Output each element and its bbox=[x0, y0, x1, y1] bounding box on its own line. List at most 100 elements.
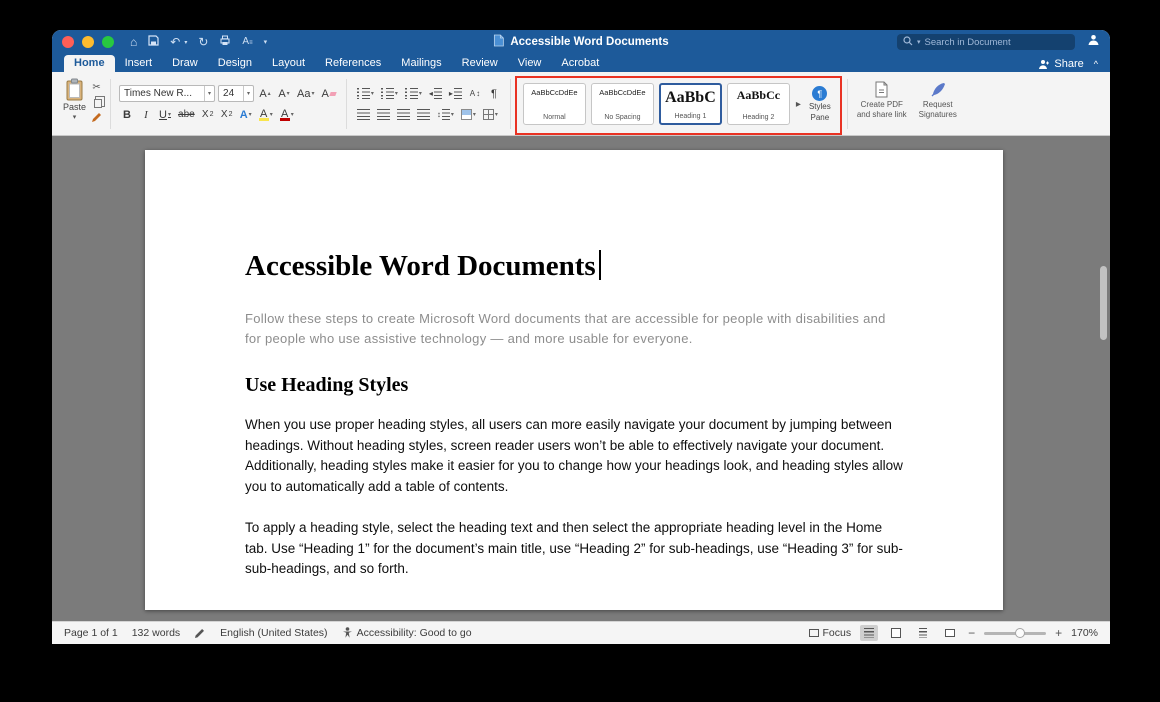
document-title: Accessible Word Documents bbox=[245, 250, 903, 283]
pdf-document-icon bbox=[873, 81, 890, 98]
tab-draw[interactable]: Draw bbox=[162, 55, 208, 72]
sort-button[interactable]: A↕ bbox=[467, 85, 483, 102]
highlight-button[interactable]: A▾ bbox=[257, 106, 275, 123]
chevron-down-icon[interactable]: ▾ bbox=[204, 86, 214, 101]
home-icon[interactable]: ⌂ bbox=[130, 36, 137, 48]
zoom-window-button[interactable] bbox=[102, 36, 114, 48]
show-paragraph-marks-button[interactable]: ¶ bbox=[486, 85, 502, 102]
paste-dropdown-icon[interactable]: ▾ bbox=[73, 113, 77, 121]
web-layout-view-button[interactable] bbox=[887, 625, 905, 641]
shrink-font-button[interactable]: A▾ bbox=[276, 85, 292, 102]
line-spacing-button[interactable]: ↕▾ bbox=[435, 106, 456, 123]
autoformat-icon[interactable]: A≡ bbox=[242, 37, 252, 47]
font-color-button[interactable]: A▾ bbox=[278, 106, 296, 123]
style-card-heading2[interactable]: AaBbCc Heading 2 bbox=[727, 83, 790, 125]
numbering-button[interactable]: ▾ bbox=[379, 85, 400, 102]
styles-pane-icon: ¶ bbox=[812, 86, 827, 101]
tab-view[interactable]: View bbox=[508, 55, 552, 72]
zoom-in-button[interactable]: + bbox=[1055, 626, 1062, 640]
share-button[interactable]: Share bbox=[1038, 58, 1083, 70]
minimize-window-button[interactable] bbox=[82, 36, 94, 48]
accessibility-status[interactable]: Accessibility: Good to go bbox=[342, 627, 472, 639]
styles-pane-button[interactable]: ¶ Styles Pane bbox=[807, 86, 833, 121]
print-layout-view-button[interactable] bbox=[860, 625, 878, 641]
align-right-button[interactable] bbox=[395, 106, 412, 123]
text-effects-button[interactable]: A▾ bbox=[238, 106, 254, 123]
page-indicator[interactable]: Page 1 of 1 bbox=[64, 627, 118, 639]
decrease-indent-button[interactable]: ◂ bbox=[427, 85, 444, 102]
language-indicator[interactable]: English (United States) bbox=[220, 627, 327, 639]
collapse-ribbon-icon[interactable]: ^ bbox=[1094, 59, 1098, 69]
tab-acrobat[interactable]: Acrobat bbox=[551, 55, 609, 72]
zoom-slider-knob[interactable] bbox=[1015, 628, 1025, 638]
style-card-heading1[interactable]: AaBbC Heading 1 bbox=[659, 83, 722, 125]
save-icon[interactable] bbox=[148, 35, 159, 49]
style-card-normal[interactable]: AaBbCcDdEe Normal bbox=[523, 83, 586, 125]
vertical-scrollbar-thumb[interactable] bbox=[1100, 266, 1107, 340]
zoom-level[interactable]: 170% bbox=[1071, 627, 1098, 639]
superscript-button[interactable]: X2 bbox=[219, 106, 235, 123]
grow-font-button[interactable]: A▴ bbox=[257, 85, 273, 102]
strikethrough-button[interactable]: abe bbox=[176, 106, 197, 123]
styles-gallery-more-icon[interactable]: ▸ bbox=[795, 99, 802, 110]
word-count[interactable]: 132 words bbox=[132, 627, 180, 639]
copy-icon[interactable] bbox=[94, 99, 102, 108]
quick-access-toolbar: ⌂ ↶ ▾ ↻ A≡ ▾ bbox=[130, 35, 267, 49]
zoom-out-button[interactable]: − bbox=[968, 626, 975, 640]
search-input[interactable] bbox=[925, 37, 1069, 48]
change-case-button[interactable]: Aa▾ bbox=[295, 85, 316, 102]
italic-button[interactable]: I bbox=[138, 106, 154, 123]
multilevel-list-button[interactable]: ▾ bbox=[403, 85, 424, 102]
document-intro-paragraph: Follow these steps to create Microsoft W… bbox=[245, 309, 895, 348]
tab-references[interactable]: References bbox=[315, 55, 391, 72]
outline-view-button[interactable] bbox=[914, 625, 932, 641]
shading-button[interactable]: ▾ bbox=[459, 106, 478, 123]
text-cursor bbox=[599, 250, 601, 280]
tab-design[interactable]: Design bbox=[208, 55, 262, 72]
document-page[interactable]: Accessible Word Documents Follow these s… bbox=[145, 150, 1003, 610]
underline-button[interactable]: U▾ bbox=[157, 106, 173, 123]
cut-icon[interactable]: ✂ bbox=[92, 82, 100, 93]
focus-icon bbox=[809, 629, 819, 637]
paste-button[interactable]: Paste ▾ bbox=[60, 75, 89, 133]
align-left-button[interactable] bbox=[355, 106, 372, 123]
redo-icon[interactable]: ↻ bbox=[198, 36, 208, 48]
chevron-down-icon[interactable]: ▾ bbox=[243, 86, 253, 101]
request-signatures-button[interactable]: RequestSignatures bbox=[910, 75, 966, 133]
format-painter-icon[interactable] bbox=[91, 112, 102, 126]
undo-dropdown-icon[interactable]: ▾ bbox=[184, 39, 187, 46]
font-group: Times New R... ▾ 24 ▾ A▴ A▾ Aa▾ A B I U▾… bbox=[117, 75, 340, 133]
increase-indent-button[interactable]: ▸ bbox=[447, 85, 464, 102]
tab-review[interactable]: Review bbox=[452, 55, 508, 72]
ribbon-tab-row: Home Insert Draw Design Layout Reference… bbox=[52, 54, 1110, 72]
create-pdf-button[interactable]: Create PDFand share link bbox=[854, 75, 910, 133]
focus-mode-button[interactable]: Focus bbox=[809, 627, 852, 639]
bullets-button[interactable]: ▾ bbox=[355, 85, 376, 102]
search-scope-dropdown-icon[interactable]: ▾ bbox=[917, 38, 921, 46]
styles-group: AaBbCcDdEe Normal AaBbCcDdEe No Spacing … bbox=[517, 75, 841, 133]
align-center-button[interactable] bbox=[375, 106, 392, 123]
subscript-button[interactable]: X2 bbox=[200, 106, 216, 123]
tab-layout[interactable]: Layout bbox=[262, 55, 315, 72]
style-card-no-spacing[interactable]: AaBbCcDdEe No Spacing bbox=[591, 83, 654, 125]
proofing-icon[interactable] bbox=[194, 628, 206, 639]
zoom-slider[interactable] bbox=[984, 632, 1046, 635]
ribbon: Paste ▾ ✂ Times New R... ▾ 24 ▾ A bbox=[52, 72, 1110, 136]
undo-icon[interactable]: ↶ bbox=[170, 36, 180, 48]
font-name-combo[interactable]: Times New R... ▾ bbox=[119, 85, 215, 102]
draft-view-button[interactable] bbox=[941, 625, 959, 641]
close-window-button[interactable] bbox=[62, 36, 74, 48]
tab-insert[interactable]: Insert bbox=[115, 55, 163, 72]
tab-mailings[interactable]: Mailings bbox=[391, 55, 451, 72]
bold-button[interactable]: B bbox=[119, 106, 135, 123]
presenter-icon[interactable] bbox=[1087, 33, 1100, 51]
print-icon[interactable] bbox=[219, 35, 231, 49]
justify-button[interactable] bbox=[415, 106, 432, 123]
search-box[interactable]: ▾ bbox=[897, 34, 1075, 50]
acrobat-group: Create PDFand share link RequestSignatur… bbox=[854, 75, 966, 133]
toolbar-options-icon[interactable]: ▾ bbox=[264, 39, 268, 46]
tab-home[interactable]: Home bbox=[64, 55, 115, 72]
clear-formatting-button[interactable]: A bbox=[320, 85, 338, 102]
font-size-combo[interactable]: 24 ▾ bbox=[218, 85, 254, 102]
borders-button[interactable]: ▾ bbox=[481, 106, 500, 123]
